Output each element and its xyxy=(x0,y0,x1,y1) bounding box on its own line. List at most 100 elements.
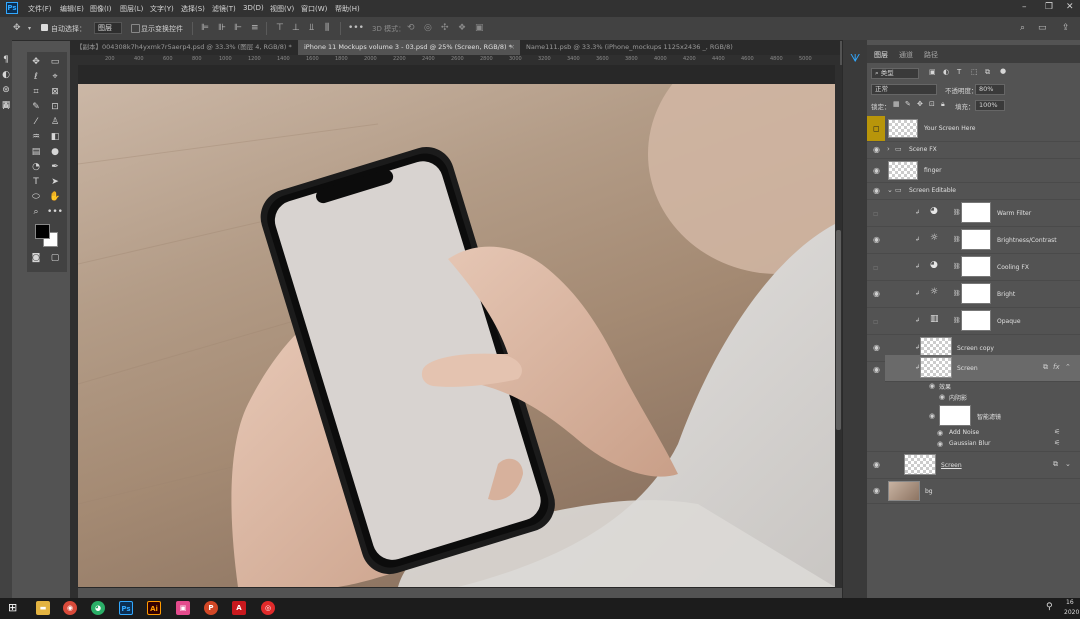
filter-toggle-icon[interactable]: ● xyxy=(1000,67,1006,75)
paragraph-icon[interactable]: ¶ xyxy=(0,54,14,67)
crop-tool-icon[interactable]: ⌗ xyxy=(28,86,44,99)
more-tools-icon[interactable]: ••• xyxy=(47,206,63,219)
wechat-icon[interactable]: ◕ xyxy=(91,601,105,615)
picture-viewer-icon[interactable]: ▣ xyxy=(176,601,190,615)
filter-kind-dropdown[interactable]: ⌕ 类型 xyxy=(871,68,919,79)
smart-filters-row[interactable]: ◉ 智能滤镜 xyxy=(867,404,1080,428)
tab-close-icon[interactable]: × xyxy=(509,40,515,55)
eye-icon[interactable]: ◉ xyxy=(873,365,880,374)
tab-paths[interactable]: 路径 xyxy=(924,50,938,60)
menu-view[interactable]: 视图(V) xyxy=(270,4,294,14)
artboard-tool-icon[interactable]: ▭ xyxy=(47,56,63,69)
filter-item-row[interactable]: ◉ Add Noise ⚟ xyxy=(867,428,1080,439)
frame-tool-icon[interactable]: ⊠ xyxy=(47,86,63,99)
adjustments-icon[interactable]: ⊛ xyxy=(0,84,14,97)
eye-icon[interactable]: ◉ xyxy=(873,460,880,469)
menu-file[interactable]: 文件(F) xyxy=(28,4,52,14)
chevron-down-icon[interactable]: ⌄ xyxy=(887,186,893,194)
doc-tab-iphone-mockup[interactable]: iPhone 11 Mockups volume 3 - 03.psd @ 25… xyxy=(298,40,520,55)
blur-tool-icon[interactable]: ● xyxy=(47,146,63,159)
eye-icon[interactable]: ◉ xyxy=(873,145,880,154)
document-canvas[interactable] xyxy=(78,84,835,587)
menu-window[interactable]: 窗口(W) xyxy=(301,4,327,14)
align-bottom-icon[interactable]: ⫫ xyxy=(309,23,314,33)
tray-icon[interactable]: ⚲ xyxy=(1046,602,1053,612)
menu-select[interactable]: 选择(S) xyxy=(181,4,205,14)
filter-pixel-icon[interactable]: ▣ xyxy=(929,68,936,76)
search-icon[interactable]: ⌕ xyxy=(1020,23,1025,33)
powerpoint-icon[interactable]: P xyxy=(204,601,218,615)
layer-mask-thumbnail[interactable] xyxy=(961,202,991,223)
layer-mask-thumbnail[interactable] xyxy=(961,283,991,304)
menu-filter[interactable]: 滤镜(T) xyxy=(212,4,236,14)
clock-time[interactable]: 16 xyxy=(1066,599,1074,606)
effect-item-row[interactable]: ◉ 内阴影 xyxy=(867,392,1080,403)
chevron-down-icon[interactable]: ▾ xyxy=(28,25,31,32)
layer-mask-thumbnail[interactable] xyxy=(961,229,991,250)
show-transform-checkbox[interactable] xyxy=(131,24,140,33)
history-brush-icon[interactable]: ♒ xyxy=(28,131,44,144)
visibility-toggle-icon[interactable]: ◻ xyxy=(873,124,880,133)
layer-row-selected[interactable]: ↲ Screen ⧉ fx ⌃ xyxy=(885,355,1080,382)
filter-options-icon[interactable]: ⚟ xyxy=(1054,439,1060,447)
3d-slide-icon[interactable]: ❖ xyxy=(458,23,466,33)
hidden-eye-icon[interactable]: ▫ xyxy=(873,263,878,272)
ruler-tool-icon[interactable]: ⊡ xyxy=(47,101,63,114)
3d-pan-icon[interactable]: ✣ xyxy=(441,23,449,33)
minimize-icon[interactable]: – xyxy=(1022,2,1027,12)
3d-orbit-icon[interactable]: ⟲ xyxy=(407,23,415,33)
hidden-eye-icon[interactable]: ▫ xyxy=(873,317,878,326)
menu-layer[interactable]: 图层(L) xyxy=(120,4,143,14)
layer-group-row[interactable]: ◉ ⌄ ▭ Screen Editable xyxy=(867,183,1080,200)
share-icon[interactable]: ⇪ xyxy=(1062,23,1070,33)
type-tool-icon[interactable]: T xyxy=(28,176,44,189)
eye-icon[interactable]: ◉ xyxy=(937,440,943,448)
vertical-scrollbar[interactable] xyxy=(835,65,842,588)
effects-row[interactable]: ◉ 效果 xyxy=(867,381,1080,392)
eye-icon[interactable]: ◉ xyxy=(873,289,880,298)
menu-help[interactable]: 帮助(H) xyxy=(335,4,360,14)
netease-music-icon[interactable]: ◎ xyxy=(261,601,275,615)
filter-item-row[interactable]: ◉ Gaussian Blur ⚟ xyxy=(867,439,1080,452)
eye-icon[interactable]: ◉ xyxy=(929,382,935,390)
restore-icon[interactable]: ❐ xyxy=(1045,2,1053,12)
filter-smart-icon[interactable]: ⧉ xyxy=(985,68,990,77)
move-tool-icon[interactable]: ✥ xyxy=(13,23,21,33)
illustrator-taskbar-icon[interactable]: Ai xyxy=(147,601,161,615)
chevron-right-icon[interactable]: › xyxy=(887,145,890,153)
align-middle-icon[interactable]: ⊥ xyxy=(292,23,300,33)
lock-transparent-icon[interactable]: ▦ xyxy=(893,100,900,108)
color-panel-icon[interactable]: ◐ xyxy=(0,69,14,82)
pen-tool-icon[interactable]: ✒ xyxy=(47,161,63,174)
layer-row[interactable]: ◉ bg xyxy=(867,479,1080,504)
adjustment-layer-row[interactable]: ◉ ↲ ☼ ⛓ Brightness/Contrast xyxy=(867,227,1080,254)
layer-row[interactable]: ◉ Screen ⧉ ⌄ xyxy=(867,452,1080,479)
align-center-icon[interactable]: ⊪ xyxy=(218,23,226,33)
blend-mode-dropdown[interactable]: 正常 xyxy=(871,84,937,95)
lock-all-icon[interactable]: 🔒︎ xyxy=(941,100,945,109)
chevron-up-icon[interactable]: ⌃ xyxy=(1065,363,1071,371)
eyedropper-tool-icon[interactable]: ✎ xyxy=(28,101,44,114)
foreground-color-swatch[interactable] xyxy=(35,224,50,239)
adjustment-layer-row[interactable]: ◉ ↲ ☼ ⛓ Bright xyxy=(867,281,1080,308)
move-tool-icon[interactable]: ✥ xyxy=(28,56,44,69)
filter-mask-thumbnail[interactable] xyxy=(939,405,971,426)
hand-tool-icon[interactable]: ✋ xyxy=(47,191,63,204)
distribute-vertical-icon[interactable]: ⫼ xyxy=(325,23,329,33)
tab-channels[interactable]: 通道 xyxy=(899,50,913,60)
brush-tool-icon[interactable]: ⁄ xyxy=(28,116,44,129)
align-right-icon[interactable]: ⊩ xyxy=(234,23,242,33)
character-icon[interactable]: A xyxy=(0,101,14,114)
eye-icon[interactable]: ◉ xyxy=(937,429,943,437)
adjustment-layer-row[interactable]: ▫ ↲ ▥ ⛓ Opaque xyxy=(867,308,1080,335)
lasso-tool-icon[interactable]: ℓ xyxy=(28,71,44,84)
menu-image[interactable]: 图像(I) xyxy=(90,4,112,14)
dodge-tool-icon[interactable]: ◔ xyxy=(28,161,44,174)
layer-mask-thumbnail[interactable] xyxy=(961,310,991,331)
more-options-icon[interactable]: ••• xyxy=(348,23,364,33)
eye-icon[interactable]: ◉ xyxy=(939,393,945,401)
lock-brush-icon[interactable]: ✎ xyxy=(905,100,911,108)
gradient-tool-icon[interactable]: ▤ xyxy=(28,146,44,159)
menu-3d[interactable]: 3D(D) xyxy=(243,4,264,12)
auto-select-checkbox[interactable] xyxy=(41,24,48,31)
